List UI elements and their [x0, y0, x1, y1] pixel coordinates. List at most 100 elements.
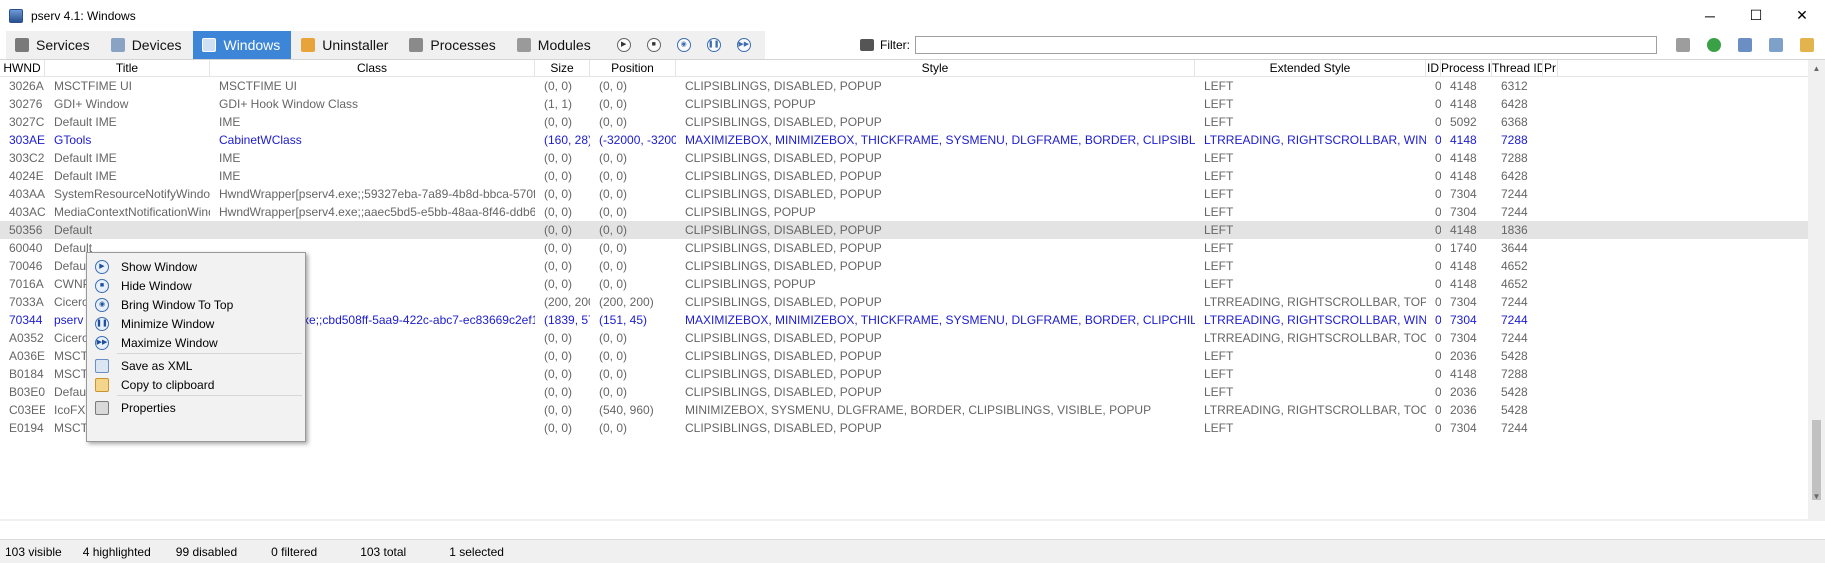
cell-size: (0, 0)	[544, 421, 573, 435]
column-header-id[interactable]: ID	[1426, 60, 1441, 77]
cell-thread-id: 5428	[1501, 385, 1528, 399]
cell-thread-id: 3644	[1501, 241, 1528, 255]
cell-hwnd: 50356	[9, 223, 43, 237]
table-row[interactable]: 4024E Default IME IME (0, 0) (0, 0) CLIPSIBLI…	[0, 167, 1808, 185]
table-row[interactable]: 303C2 Default IME IME (0, 0) (0, 0) CLIPSIBLI…	[0, 149, 1808, 167]
cell-style: CLIPSIBLINGS, DISABLED, POPUP	[685, 385, 882, 399]
minimize-icon[interactable]: ─	[1687, 0, 1733, 31]
cell-pr	[1543, 401, 1558, 419]
column-header-pr[interactable]: Pr	[1543, 60, 1558, 77]
table-row[interactable]: 303AE GTools CabinetWClass (160, 28) (-32000…	[0, 131, 1808, 149]
bring-to-top-icon[interactable]: ◉	[676, 38, 691, 52]
column-header-position[interactable]: Position	[590, 60, 676, 77]
tab-uninstaller[interactable]: Uninstaller	[292, 31, 401, 59]
tab-label: Windows	[223, 37, 281, 53]
processes-icon	[409, 38, 424, 52]
tab-label: Services	[36, 37, 90, 53]
cell-size: (0, 0)	[544, 151, 573, 165]
fast-forward-icon[interactable]: ▶▶	[736, 38, 751, 52]
cell-hwnd: A036E	[9, 349, 45, 363]
cell-extended-style: LEFT	[1204, 421, 1234, 435]
properties-icon	[95, 401, 109, 415]
connect-icon	[1769, 38, 1783, 52]
table-row[interactable]: 50356 Default (0, 0) (0, 0) CLIPSIBLINGS, DI…	[0, 221, 1808, 239]
cell-pr	[1543, 365, 1558, 383]
cell-size: (0, 0)	[544, 331, 573, 345]
cell-thread-id: 7288	[1501, 151, 1528, 165]
column-header-thread-id[interactable]: Thread ID	[1492, 60, 1543, 77]
scroll-down-icon[interactable]: ▼	[1808, 488, 1825, 505]
menu-item-maximize-window[interactable]: ▶▶ Maximize Window	[87, 332, 305, 354]
cell-thread-id: 7244	[1501, 187, 1528, 201]
column-header-hwnd[interactable]: HWND	[0, 60, 45, 77]
tab-modules[interactable]: Modules	[507, 31, 603, 59]
cell-id: 0	[1426, 131, 1441, 149]
clipboard-icon	[95, 378, 109, 392]
cell-pr	[1543, 185, 1558, 203]
window-title: pserv 4.1: Windows	[31, 8, 136, 23]
cell-hwnd: C03EE	[9, 403, 45, 417]
cell-process-id: 7304	[1450, 313, 1477, 327]
cell-position: (0, 0)	[599, 367, 628, 381]
cell-process-id: 4148	[1450, 151, 1477, 165]
settings-button[interactable]	[1673, 35, 1693, 55]
maximize-icon[interactable]: ☐	[1733, 0, 1779, 31]
services-icon	[15, 38, 29, 52]
cell-hwnd: 7016A	[9, 277, 44, 291]
windows-icon	[202, 38, 217, 52]
tab-devices[interactable]: Devices	[101, 31, 194, 59]
pause-icon[interactable]: ❚❚	[706, 38, 721, 52]
tab-processes[interactable]: Processes	[400, 31, 508, 59]
column-header-style[interactable]: Style	[676, 60, 1195, 77]
menu-item-label: Hide Window	[121, 279, 192, 293]
horizontal-scrollbar[interactable]	[0, 519, 1808, 521]
cell-id: 0	[1426, 383, 1441, 401]
table-row[interactable]: 30276 GDI+ Window GDI+ Hook Window Class (1…	[0, 95, 1808, 113]
cell-class: IME	[219, 115, 241, 129]
devices-icon	[110, 38, 125, 52]
table-row[interactable]: 3027C Default IME IME (0, 0) (0, 0) CLIPSIBLI…	[0, 113, 1808, 131]
play-icon[interactable]: ▶	[616, 38, 631, 52]
column-header-class[interactable]: Class	[210, 60, 535, 77]
menu-separator	[117, 353, 302, 354]
table-row[interactable]: 403AC MediaContextNotificationWindow HwndW…	[0, 203, 1808, 221]
cell-process-id: 7304	[1450, 331, 1477, 345]
modules-icon	[516, 38, 531, 52]
cell-hwnd: 303C2	[9, 151, 45, 165]
cell-size: (0, 0)	[544, 169, 573, 183]
cell-style: CLIPSIBLINGS, DISABLED, POPUP	[685, 349, 882, 363]
tab-services[interactable]: Services	[6, 31, 102, 59]
cell-size: (0, 0)	[544, 241, 573, 255]
stop-icon[interactable]: ■	[646, 38, 661, 52]
cell-style: CLIPSIBLINGS, DISABLED, POPUP	[685, 259, 882, 273]
status-disabled: 99 disabled	[175, 544, 238, 559]
column-header-size[interactable]: Size	[535, 60, 590, 77]
cell-title: Default	[54, 223, 93, 237]
cell-extended-style: LEFT	[1204, 115, 1234, 129]
table-row[interactable]: 403AA SystemResourceNotifyWindow HwndWrapp…	[0, 185, 1808, 203]
copy-button[interactable]	[1797, 35, 1817, 55]
column-header-title[interactable]: Title	[45, 60, 210, 77]
menu-item-properties[interactable]: Properties	[87, 397, 305, 419]
scroll-up-icon[interactable]: ▲	[1808, 60, 1825, 77]
table-row[interactable]: 3026A MSCTFIME UI MSCTFIME UI (0, 0) (0, 0) C…	[0, 77, 1808, 95]
cell-process-id: 5092	[1450, 115, 1477, 129]
status-bar: 103 visible 4 highlighted 99 disabled 0 …	[0, 539, 1825, 563]
close-icon[interactable]: ✕	[1779, 0, 1825, 31]
cell-pr	[1543, 149, 1558, 167]
save-button[interactable]	[1735, 35, 1755, 55]
connect-button[interactable]	[1766, 35, 1786, 55]
column-header-extended-style[interactable]: Extended Style	[1195, 60, 1426, 77]
tab-label: Devices	[131, 37, 182, 53]
menu-item-copy-to-clipboard[interactable]: Copy to clipboard	[87, 374, 305, 396]
vertical-scrollbar[interactable]: ▲ ▼	[1808, 60, 1825, 521]
column-header-process-id[interactable]: Process ID	[1441, 60, 1492, 77]
filter-input[interactable]	[915, 36, 1657, 54]
filter-label: Filter:	[880, 38, 910, 52]
refresh-button[interactable]	[1704, 35, 1724, 55]
tab-windows[interactable]: Windows	[193, 31, 293, 59]
refresh-icon	[1707, 38, 1721, 52]
cell-class: HwndWrapper[pserv4.exe;;59327eba-7a89-4b…	[219, 187, 535, 201]
cell-pr	[1543, 131, 1558, 149]
cell-id: 0	[1426, 419, 1441, 437]
